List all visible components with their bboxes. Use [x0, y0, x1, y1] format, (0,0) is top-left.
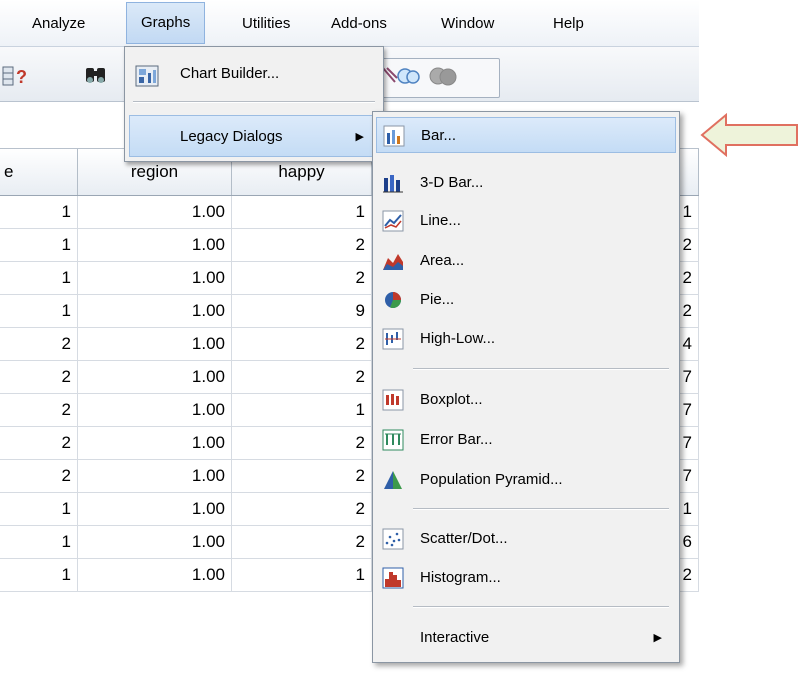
- menu-item-label: Area...: [420, 252, 465, 269]
- menu-item-line[interactable]: Line...: [376, 203, 676, 239]
- column-header[interactable]: e: [0, 149, 78, 195]
- menu-item-error-bar[interactable]: Error Bar...: [376, 422, 676, 458]
- menu-item-population-pyramid[interactable]: Population Pyramid...: [376, 462, 676, 498]
- table-cell[interactable]: 1.00: [78, 295, 232, 327]
- table-cell[interactable]: 1: [0, 196, 78, 228]
- menu-item-label: Boxplot...: [420, 391, 483, 408]
- table-cell[interactable]: 2: [0, 460, 78, 492]
- table-cell[interactable]: 2: [0, 427, 78, 459]
- histogram-icon: [382, 567, 404, 589]
- table-cell[interactable]: 1: [232, 394, 372, 426]
- menu-item-histogram[interactable]: Histogram...: [376, 560, 676, 596]
- table-cell[interactable]: 1: [232, 559, 372, 591]
- menu-separator: [413, 508, 669, 510]
- spss-data-editor: Analyze Graphs Utilities Add-ons Window …: [0, 0, 699, 684]
- menu-separator: [413, 606, 669, 608]
- bar-chart-icon: [383, 125, 405, 147]
- population-pyramid-icon: [382, 469, 404, 491]
- table-cell[interactable]: 1: [0, 493, 78, 525]
- table-cell[interactable]: 2: [232, 229, 372, 261]
- find-icon[interactable]: [83, 64, 109, 93]
- menu-item-area[interactable]: Area...: [376, 243, 676, 279]
- menu-item-high-low[interactable]: High-Low...: [376, 321, 676, 357]
- chart-builder-item[interactable]: Chart Builder...: [129, 53, 379, 95]
- menu-utilities[interactable]: Utilities: [242, 12, 290, 36]
- area-chart-icon: [382, 250, 404, 272]
- menu-item-label: Error Bar...: [420, 431, 493, 448]
- menu-bar: Analyze Graphs Utilities Add-ons Window …: [0, 0, 699, 47]
- menu-help[interactable]: Help: [553, 12, 584, 36]
- table-cell[interactable]: 2: [0, 328, 78, 360]
- table-cell[interactable]: 2: [232, 328, 372, 360]
- high-low-chart-icon: [382, 328, 404, 350]
- table-cell[interactable]: 1: [0, 262, 78, 294]
- table-cell[interactable]: 2: [232, 361, 372, 393]
- venn-icon[interactable]: [381, 64, 421, 93]
- table-cell[interactable]: 1: [0, 526, 78, 558]
- 3d-bar-chart-icon: [382, 172, 404, 194]
- menu-item-3d-bar[interactable]: 3-D Bar...: [376, 165, 676, 201]
- table-cell[interactable]: 1.00: [78, 559, 232, 591]
- menu-item-label: Histogram...: [420, 569, 501, 586]
- submenu-arrow-icon: ▶: [355, 131, 364, 143]
- variables-help-icon[interactable]: ?: [2, 64, 34, 93]
- menu-item-label: High-Low...: [420, 330, 496, 347]
- table-cell[interactable]: 1.00: [78, 460, 232, 492]
- menu-item-boxplot[interactable]: Boxplot...: [376, 382, 676, 418]
- table-cell[interactable]: 1.00: [78, 526, 232, 558]
- chart-builder-label: Chart Builder...: [180, 65, 280, 82]
- legacy-dialogs-item[interactable]: Legacy Dialogs ▶: [129, 115, 379, 157]
- table-cell[interactable]: 1.00: [78, 196, 232, 228]
- table-cell[interactable]: 1.00: [78, 328, 232, 360]
- chart-builder-icon: [135, 62, 159, 104]
- table-cell[interactable]: 2: [0, 361, 78, 393]
- set-icon[interactable]: [426, 64, 466, 93]
- table-cell[interactable]: 1.00: [78, 427, 232, 459]
- boxplot-icon: [382, 389, 404, 411]
- menu-item-bar[interactable]: Bar...: [376, 117, 676, 153]
- table-cell[interactable]: 2: [232, 262, 372, 294]
- menu-item-label: Scatter/Dot...: [420, 530, 508, 547]
- menu-item-label: Population Pyramid...: [420, 471, 563, 488]
- menu-add-ons[interactable]: Add-ons: [331, 12, 387, 36]
- table-cell[interactable]: 9: [232, 295, 372, 327]
- svg-text:?: ?: [16, 67, 27, 87]
- menu-item-label: 3-D Bar...: [420, 174, 484, 191]
- menu-item-label: Interactive: [420, 629, 490, 646]
- pie-chart-icon: [382, 289, 404, 311]
- table-cell[interactable]: 1: [232, 196, 372, 228]
- table-cell[interactable]: 1.00: [78, 229, 232, 261]
- legacy-dialogs-menu: Bar... 3-D Bar... Line... Area... Pie...: [372, 111, 680, 663]
- error-bar-icon: [382, 429, 404, 451]
- table-cell[interactable]: 2: [232, 460, 372, 492]
- table-cell[interactable]: 2: [0, 394, 78, 426]
- table-cell[interactable]: 1.00: [78, 361, 232, 393]
- submenu-arrow-icon: ▶: [653, 632, 662, 644]
- menu-item-interactive[interactable]: Interactive ▶: [376, 620, 676, 656]
- menu-item-pie[interactable]: Pie...: [376, 282, 676, 318]
- table-cell[interactable]: 2: [232, 427, 372, 459]
- table-cell[interactable]: 1: [0, 229, 78, 261]
- left-arrow-callout-icon: [700, 113, 798, 157]
- menu-analyze[interactable]: Analyze: [32, 12, 85, 36]
- menu-item-scatter-dot[interactable]: Scatter/Dot...: [376, 521, 676, 557]
- table-cell[interactable]: 1.00: [78, 493, 232, 525]
- menu-item-label: Bar...: [421, 127, 457, 144]
- table-cell[interactable]: 1: [0, 295, 78, 327]
- table-cell[interactable]: 2: [232, 526, 372, 558]
- table-cell[interactable]: 1: [0, 559, 78, 591]
- table-cell[interactable]: 1.00: [78, 262, 232, 294]
- menu-graphs[interactable]: Graphs: [126, 2, 206, 44]
- menu-window[interactable]: Window: [441, 12, 494, 36]
- table-cell[interactable]: 1.00: [78, 394, 232, 426]
- line-chart-icon: [382, 210, 404, 232]
- menu-separator: [133, 101, 375, 103]
- graphs-menu: Chart Builder... Legacy Dialogs ▶: [124, 46, 384, 162]
- menu-item-label: Line...: [420, 212, 461, 229]
- menu-item-label: Pie...: [420, 291, 455, 308]
- table-cell[interactable]: 2: [232, 493, 372, 525]
- legacy-dialogs-label: Legacy Dialogs: [180, 128, 283, 145]
- scatter-dot-icon: [382, 528, 404, 550]
- menu-separator: [413, 368, 669, 370]
